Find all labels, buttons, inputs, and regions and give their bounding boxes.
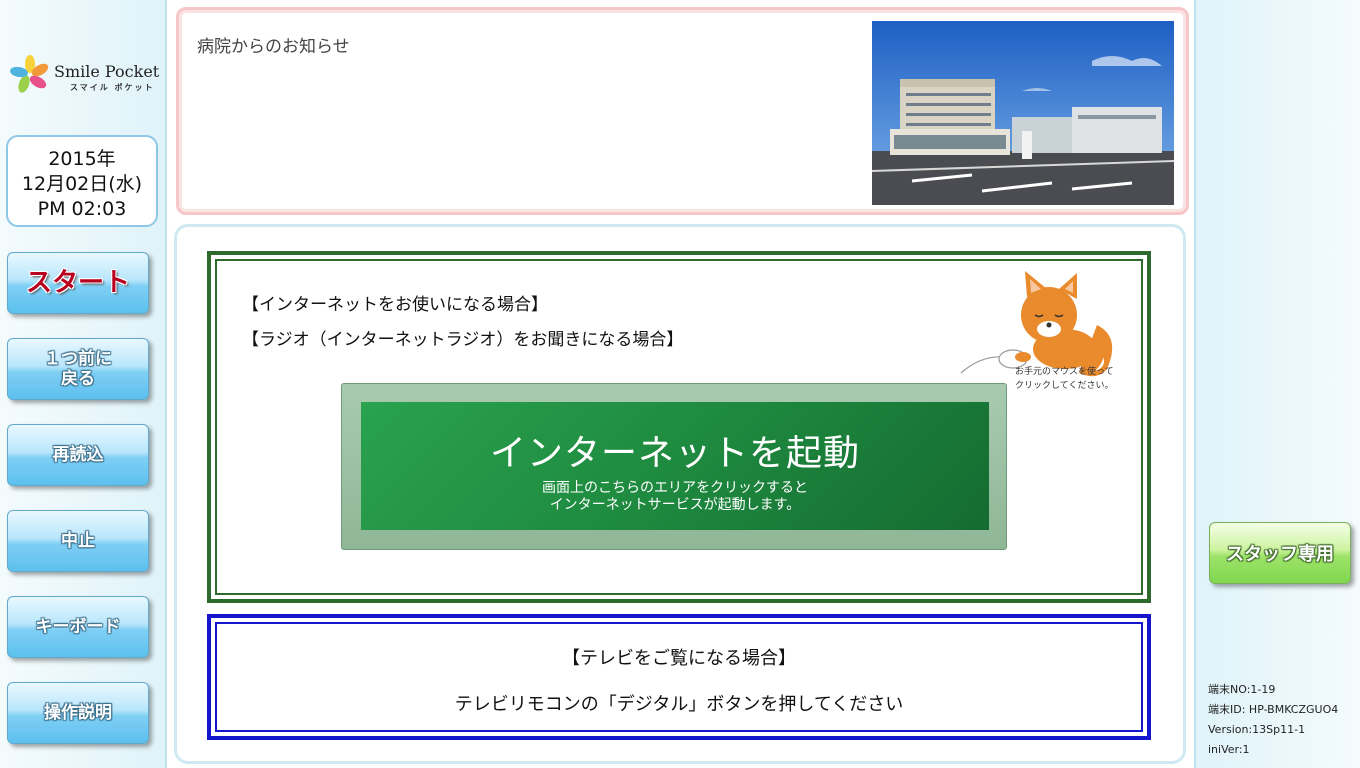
left-sidebar: Smile Pocket スマイル ポケット 2015年 12月02日(水) P… — [0, 0, 167, 768]
terminal-id: 端末ID: HP-BMKCZGUO4 — [1208, 703, 1339, 716]
tv-instruction: テレビリモコンの「デジタル」ボタンを押してください — [454, 694, 904, 715]
clock-date: 12月02日(水) — [21, 173, 143, 195]
help-button-label: 操作説明 — [44, 703, 112, 723]
tv-section: 【テレビをご覧になる場合】 テレビリモコンの「デジタル」ボタンを押してください — [207, 614, 1151, 740]
fox-caption-line1: お手元のマウスを使って — [1015, 367, 1114, 377]
start-button[interactable]: スタート — [7, 252, 149, 314]
launch-internet-button[interactable]: インターネットを起動 画面上のこちらのエリアをクリックすると インターネットサー… — [341, 383, 1007, 550]
keyboard-button-label: キーボード — [35, 617, 121, 637]
back-button[interactable]: １つ前に 戻る — [7, 338, 149, 400]
fox-caption-line2: クリックしてください。 — [1015, 381, 1114, 391]
date-time-display: 2015年 12月02日(水) PM 02:03 — [6, 135, 158, 227]
reload-button-label: 再読込 — [52, 445, 104, 465]
tv-heading: 【テレビをご覧になる場合】 — [562, 648, 796, 669]
internet-section: 【インターネットをお使いになる場合】 【ラジオ（インターネットラジオ）をお聞きに… — [207, 251, 1151, 603]
clock-year: 2015年 — [48, 148, 116, 170]
logo-subtitle: スマイル ポケット — [70, 83, 155, 92]
hospital-photo — [872, 21, 1174, 205]
help-button[interactable]: 操作説明 — [7, 682, 149, 744]
launch-internet-button-face: インターネットを起動 画面上のこちらのエリアをクリックすると インターネットサー… — [361, 402, 989, 530]
main-panel: 【インターネットをお使いになる場合】 【ラジオ（インターネットラジオ）をお聞きに… — [174, 224, 1186, 764]
fox-caption: お手元のマウスを使って クリックしてください。 — [1015, 365, 1114, 393]
radio-usage-heading: 【ラジオ（インターネットラジオ）をお聞きになる場合】 — [242, 330, 684, 350]
reload-button[interactable]: 再読込 — [7, 424, 149, 486]
logo-name: Smile Pocket — [54, 62, 160, 81]
terminal-no: 端末NO:1-19 — [1208, 683, 1276, 696]
launch-internet-description: 画面上のこちらのエリアをクリックすると インターネットサービスが起動します。 — [542, 480, 808, 513]
staff-only-button-label: スタッフ専用 — [1226, 544, 1334, 565]
internet-section-inner: 【インターネットをお使いになる場合】 【ラジオ（インターネットラジオ）をお聞きに… — [215, 259, 1143, 595]
right-sidebar: スタッフ専用 端末NO:1-19 端末ID: HP-BMKCZGUO4 Vers… — [1194, 0, 1360, 768]
notice-title: 病院からのお知らせ — [197, 37, 350, 57]
terminal-info: 端末NO:1-19 端末ID: HP-BMKCZGUO4 Version:13S… — [1208, 680, 1360, 760]
stop-button-label: 中止 — [61, 531, 95, 551]
back-button-label: １つ前に 戻る — [44, 349, 112, 389]
terminal-version: Version:13Sp11-1 — [1208, 723, 1306, 736]
tv-section-inner: 【テレビをご覧になる場合】 テレビリモコンの「デジタル」ボタンを押してください — [215, 622, 1143, 732]
internet-usage-heading: 【インターネットをお使いになる場合】 — [242, 295, 548, 315]
smile-pocket-logo: Smile Pocket スマイル ポケット — [10, 52, 162, 96]
launch-internet-title: インターネットを起動 — [489, 433, 860, 474]
start-button-label: スタート — [25, 268, 130, 298]
clock-time: PM 02:03 — [37, 198, 127, 220]
staff-only-button[interactable]: スタッフ専用 — [1209, 522, 1351, 584]
keyboard-button[interactable]: キーボード — [7, 596, 149, 658]
stop-button[interactable]: 中止 — [7, 510, 149, 572]
hospital-notice-panel: 病院からのお知らせ — [176, 7, 1189, 215]
flower-logo-icon — [10, 55, 49, 93]
terminal-iniver: iniVer:1 — [1208, 743, 1250, 756]
